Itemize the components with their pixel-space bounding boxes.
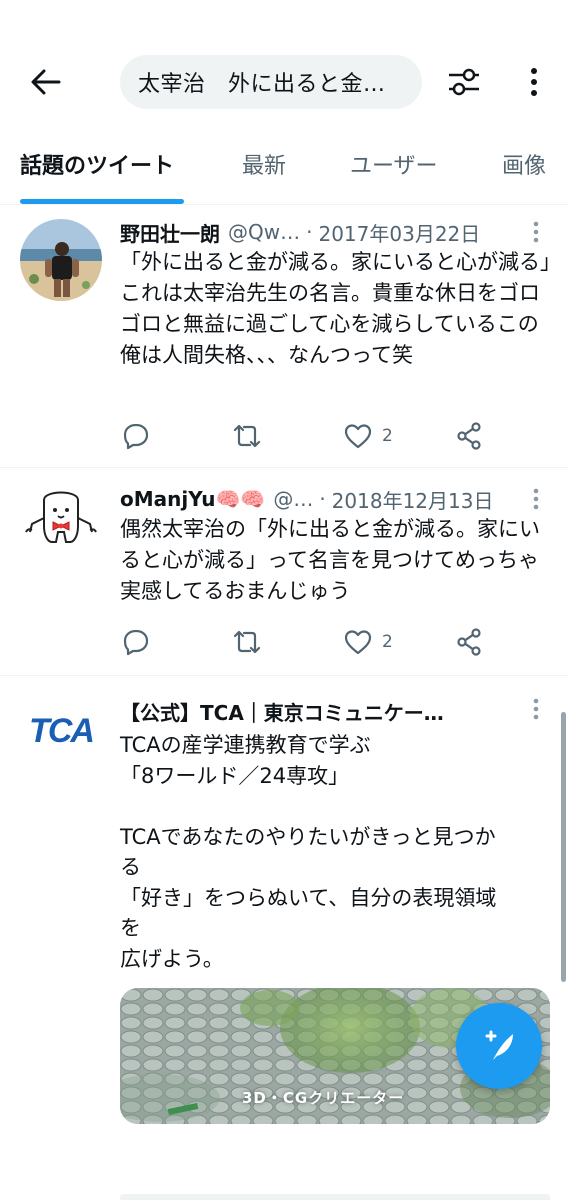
media-caption: 3D・CGクリエーター (242, 1089, 405, 1107)
display-name[interactable]: 野田壮一朗 (120, 218, 220, 247)
more-vertical-icon (531, 68, 537, 96)
scrollbar[interactable] (561, 712, 566, 982)
like-count: 2 (382, 426, 393, 446)
share-icon (457, 422, 481, 450)
active-tab-indicator (20, 199, 184, 204)
reply-button[interactable] (122, 624, 150, 660)
tab-people[interactable]: ユーザー (350, 148, 438, 180)
tweet-header: 【公式】TCA｜東京コミュニケー… (120, 696, 522, 726)
tca-logo[interactable]: TCA (20, 690, 102, 772)
tab-latest[interactable]: 最新 (242, 148, 286, 180)
share-button[interactable] (456, 418, 482, 454)
retweet-icon (233, 630, 261, 654)
tweet-menu-button[interactable] (524, 484, 548, 514)
avatar[interactable] (20, 482, 102, 564)
like-count: 2 (382, 632, 393, 652)
tweet-date[interactable]: 2018年12月13日 (332, 485, 494, 514)
more-vertical-icon (533, 221, 539, 243)
tweet-line: る (120, 855, 141, 879)
tweet-text: TCAの産学連携教育で学ぶ 「8ワールド／24専攻」 TCAであなたのやりたいが… (120, 730, 552, 974)
cartoon-character-image (25, 491, 97, 543)
heart-icon (344, 630, 372, 655)
more-vertical-icon (533, 698, 539, 720)
display-name[interactable]: 【公式】TCA｜東京コミュニケー… (120, 697, 444, 726)
tweet-date[interactable]: 2017年03月22日 (318, 218, 480, 247)
back-button[interactable] (24, 60, 68, 104)
search-input[interactable]: 太宰治 外に出ると金… (120, 55, 422, 109)
next-tweet-media-edge (120, 1194, 550, 1200)
user-handle[interactable]: @Qw… (228, 220, 300, 244)
heart-icon (344, 424, 372, 449)
retweet-icon (233, 424, 261, 448)
avatar[interactable] (20, 219, 102, 301)
tweet-menu-button[interactable] (524, 694, 548, 724)
tweet-actions: 2 (120, 418, 500, 454)
more-vertical-icon (533, 488, 539, 510)
tweet-line (120, 791, 552, 822)
tweet-menu-button[interactable] (524, 217, 548, 247)
tweet-line: 「8ワールド／24専攻」 (120, 763, 350, 788)
reply-icon (123, 629, 149, 656)
tweet-header: oManjYu🧠🧠 @… · 2018年12月13日 (120, 484, 522, 514)
tab-top[interactable]: 話題のツイート (20, 148, 174, 180)
tweet-text: 「外に出ると金が減る。家にいると心が減る」これは太宰治先生の名言。貴重な休日をゴ… (120, 250, 551, 367)
user-handle[interactable]: @… (273, 487, 313, 511)
tweet-line: TCAであなたのやりたいがきっと見つか (120, 824, 496, 849)
search-tabs: 話題のツイート 最新 ユーザー 画像 (0, 140, 568, 205)
arrow-left-icon (31, 69, 61, 95)
tweet-header: 野田壮一朗 @Qw… · 2017年03月22日 (120, 217, 522, 247)
compose-tweet-button[interactable] (456, 1003, 542, 1089)
like-button[interactable]: 2 (344, 418, 393, 454)
tab-photos[interactable]: 画像 (502, 148, 546, 180)
tweet-text: 偶然太宰治の「外に出ると金が減る。家にいると心が減る」って名言を見つけてめっちゃ… (120, 517, 540, 603)
separator-dot: · (306, 220, 313, 244)
tweet-line: TCAの産学連携教育で学ぶ (120, 733, 371, 757)
display-name[interactable]: oManjYu🧠🧠 (120, 487, 265, 511)
more-options-button[interactable] (512, 60, 556, 104)
tweet-line: を (120, 916, 141, 940)
share-icon (457, 628, 481, 656)
tweet-line: 「好き」をつらぬいて、自分の表現領域 (120, 885, 497, 910)
tweet[interactable]: 野田壮一朗 @Qw… · 2017年03月22日 「外に出ると金が減る。家にいる… (0, 205, 568, 468)
tca-logo-text: TCA (29, 711, 95, 750)
reply-button[interactable] (122, 418, 150, 454)
reply-icon (123, 423, 149, 450)
tweet-line: 広げよう。 (120, 946, 224, 971)
share-button[interactable] (456, 624, 482, 660)
top-app-bar: 太宰治 外に出ると金… 話題のツイート 最新 ユーザー 画像 (0, 0, 568, 205)
like-button[interactable]: 2 (344, 624, 393, 660)
search-filter-button[interactable] (442, 60, 486, 104)
feather-plus-icon (485, 1030, 513, 1060)
user-photo-image (20, 219, 102, 301)
sliders-icon (449, 68, 479, 96)
tweet[interactable]: oManjYu🧠🧠 @… · 2018年12月13日 偶然太宰治の「外に出ると金… (0, 468, 568, 676)
retweet-button[interactable] (232, 624, 262, 660)
retweet-button[interactable] (232, 418, 262, 454)
separator-dot: · (319, 487, 326, 511)
search-query: 太宰治 外に出ると金… (138, 72, 386, 97)
tweet-actions: 2 (120, 624, 500, 660)
